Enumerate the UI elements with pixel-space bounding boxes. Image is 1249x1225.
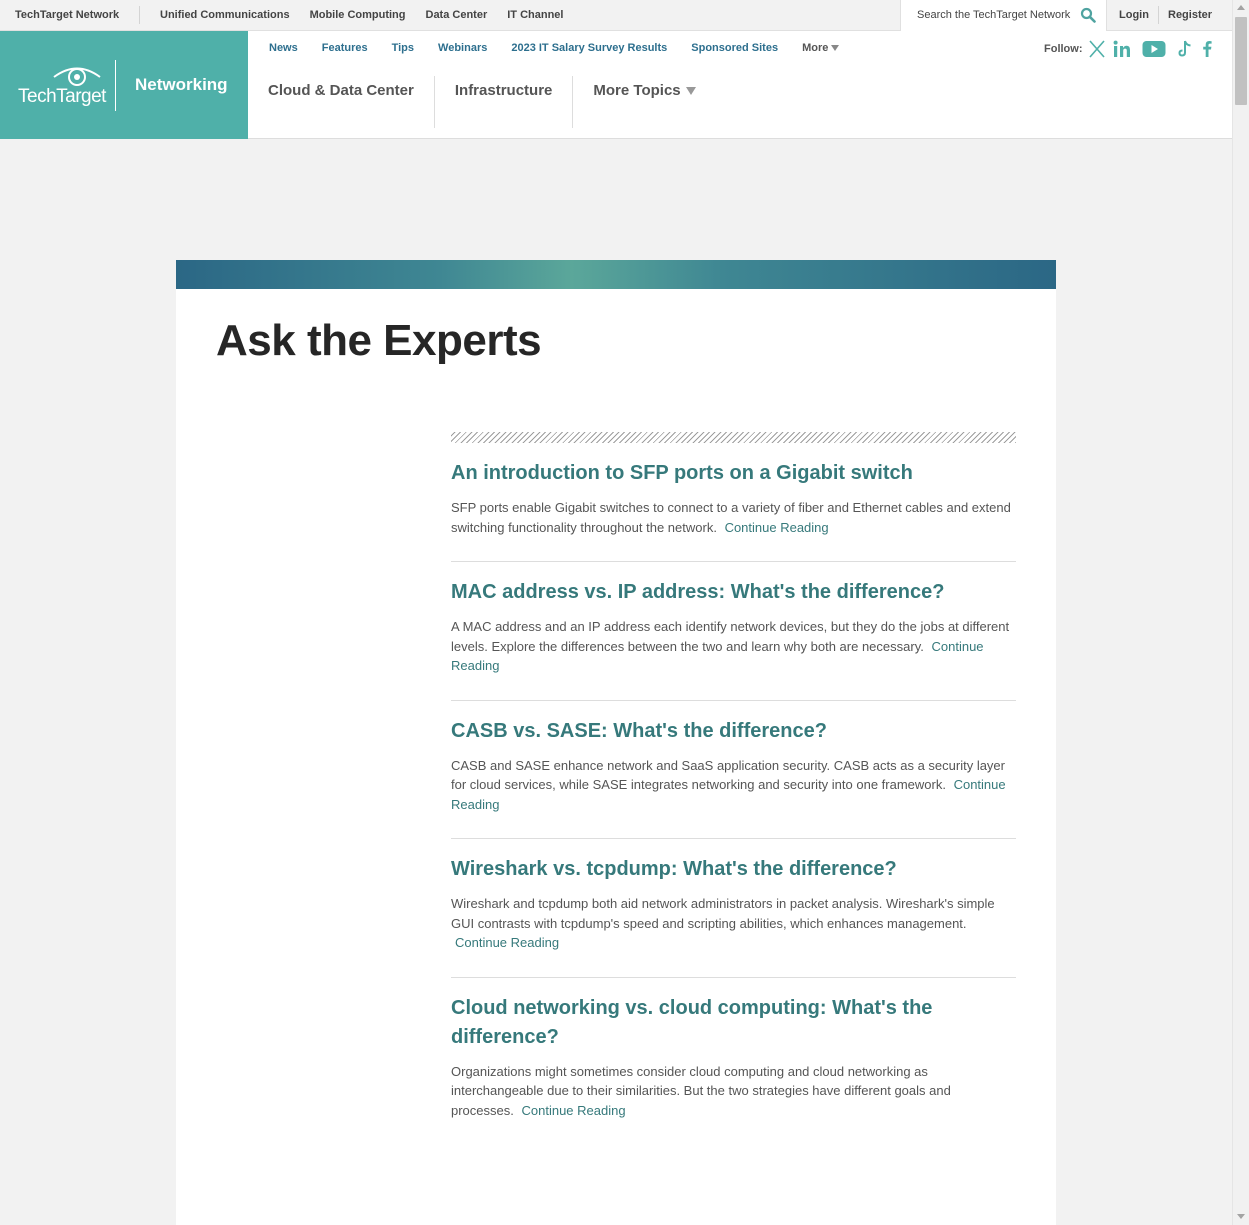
topic-more-label: More Topics [593,82,681,99]
network-bar: TechTarget Network Unified Communication… [0,0,1232,31]
topic-infrastructure[interactable]: Infrastructure [435,76,574,128]
subnav-features[interactable]: Features [322,42,368,54]
scroll-down-arrow-icon[interactable] [1237,1214,1245,1219]
article-description-text: A MAC address and an IP address each ide… [451,619,1010,654]
continue-reading-link[interactable]: Continue Reading [522,1103,626,1118]
divider [139,6,140,24]
chevron-down-icon [831,45,840,52]
login-link[interactable]: Login [1119,9,1149,21]
content-card: Ask the Experts An introduction to SFP p… [176,260,1056,1225]
subnav-salary-survey[interactable]: 2023 IT Salary Survey Results [511,42,667,54]
article-title-link[interactable]: Wireshark vs. tcpdump: What's the differ… [451,855,1016,884]
search-input[interactable] [901,0,1081,30]
vertical-scrollbar[interactable] [1232,0,1249,1225]
network-link-mobile-computing[interactable]: Mobile Computing [310,9,406,21]
search-icon[interactable] [1080,7,1096,23]
subnav-sponsored-sites[interactable]: Sponsored Sites [691,42,778,54]
article-item: MAC address vs. IP address: What's the d… [451,562,1016,701]
article-description: CASB and SASE enhance network and SaaS a… [451,756,1016,815]
chevron-down-icon [685,87,696,96]
continue-reading-link[interactable]: Continue Reading [725,520,829,535]
register-link[interactable]: Register [1168,9,1212,21]
youtube-icon[interactable] [1142,40,1166,58]
network-link-it-channel[interactable]: IT Channel [507,9,563,21]
topic-more-dropdown[interactable]: More Topics [573,76,715,128]
subnav-more-dropdown[interactable]: More [802,42,840,54]
article-title-link[interactable]: An introduction to SFP ports on a Gigabi… [451,459,1016,488]
article-description-text: Wireshark and tcpdump both aid network a… [451,896,995,931]
network-link-data-center[interactable]: Data Center [426,9,488,21]
article-description: Organizations might sometimes consider c… [451,1062,1016,1121]
subnav-tips[interactable]: Tips [392,42,414,54]
sub-navigation: News Features Tips Webinars 2023 IT Sala… [269,42,840,54]
article-item: Cloud networking vs. cloud computing: Wh… [451,978,1016,1145]
page-title: Ask the Experts [216,316,542,365]
network-link-unified-communications[interactable]: Unified Communications [160,9,290,21]
logo-text: TechTarget [18,86,106,107]
network-search [900,0,1107,31]
article-list: An introduction to SFP ports on a Gigabi… [451,432,1016,1144]
article-title-link[interactable]: Cloud networking vs. cloud computing: Wh… [451,994,1016,1052]
divider [1158,6,1159,24]
article-description-text: CASB and SASE enhance network and SaaS a… [451,757,1005,793]
logo-divider [115,60,116,111]
subnav-more-label: More [802,42,829,54]
x-icon[interactable] [1089,40,1105,58]
subnav-webinars[interactable]: Webinars [438,42,487,54]
follow-label: Follow: [1044,43,1083,55]
article-description: A MAC address and an IP address each ide… [451,617,1016,676]
site-header: TechTarget Networking News Features Tips… [0,31,1232,139]
techtarget-eye-icon [53,67,101,86]
topic-navigation: Cloud & Data Center Infrastructure More … [248,76,716,128]
article-title-link[interactable]: CASB vs. SASE: What's the difference? [451,717,1016,746]
tiktok-icon[interactable] [1177,40,1193,58]
site-logo[interactable]: TechTarget Networking [0,31,248,139]
article-item: Wireshark vs. tcpdump: What's the differ… [451,839,1016,978]
continue-reading-link[interactable]: Continue Reading [455,935,559,950]
article-title-link[interactable]: MAC address vs. IP address: What's the d… [451,578,1016,607]
network-links: Unified Communications Mobile Computing … [160,9,563,21]
article-description: Wireshark and tcpdump both aid network a… [451,894,1016,953]
scrollbar-thumb[interactable] [1235,17,1247,105]
site-name[interactable]: Networking [135,75,228,95]
hatched-divider [451,432,1016,443]
article-item: CASB vs. SASE: What's the difference? CA… [451,701,1016,839]
subnav-news[interactable]: News [269,42,298,54]
article-item: An introduction to SFP ports on a Gigabi… [451,443,1016,562]
linkedin-icon[interactable] [1113,40,1131,58]
header-band [176,260,1056,289]
techtarget-network-link[interactable]: TechTarget Network [15,9,119,21]
facebook-icon[interactable] [1201,40,1213,58]
topic-cloud-data-center[interactable]: Cloud & Data Center [248,76,435,128]
scroll-up-arrow-icon[interactable] [1237,5,1245,10]
article-description: SFP ports enable Gigabit switches to con… [451,498,1016,537]
